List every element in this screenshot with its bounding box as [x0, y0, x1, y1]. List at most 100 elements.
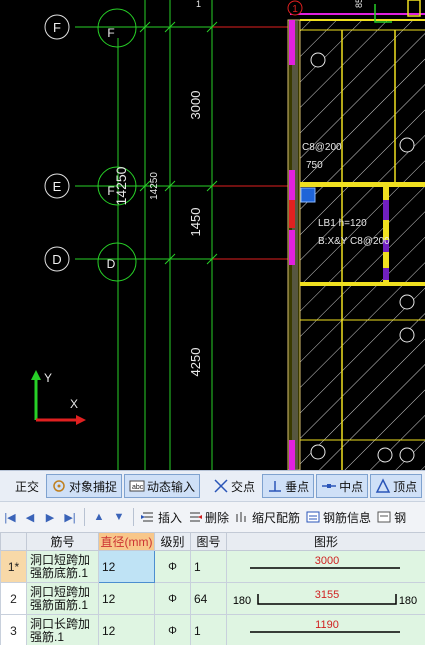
grade-cell[interactable]: Φ: [154, 614, 191, 645]
rebar-info-button[interactable]: 钢筋信息: [303, 506, 374, 528]
table-header-row: 筋号 直径(mm) 级别 图号 图形: [0, 532, 425, 551]
shape-cell[interactable]: 3000: [226, 550, 425, 583]
dynamic-input-icon: abc: [129, 478, 145, 494]
top-marker-label: 1: [292, 4, 298, 15]
insert-button[interactable]: 插入: [138, 506, 185, 528]
delete-label: 删除: [205, 510, 230, 525]
scale-rebar-label: 缩尺配筋: [252, 510, 301, 525]
dynamic-input-label: 动态输入: [147, 479, 196, 494]
intersection-icon: [213, 478, 229, 494]
rebar-more-icon: [377, 510, 391, 524]
intersection-button[interactable]: 交点: [208, 474, 260, 498]
axis-inner-label-f: F: [107, 26, 114, 40]
shape-length: 3000: [315, 555, 339, 567]
axis-label-e: E: [53, 179, 62, 194]
header-shape[interactable]: 图形: [226, 532, 425, 551]
shape-cell[interactable]: 180 3155 180: [226, 582, 425, 615]
dim-ticks: [139, 21, 218, 265]
dim-text-3000: 3000: [188, 91, 203, 120]
insert-icon: [141, 510, 155, 524]
header-figure-no[interactable]: 图号: [190, 532, 227, 551]
dim-text-4250: 4250: [188, 348, 203, 377]
wall-column: [289, 440, 295, 470]
shape-right-leg: 180: [399, 595, 417, 607]
toolbar-separator: [133, 508, 134, 526]
vertex-label: 顶点: [393, 479, 418, 494]
intersection-label: 交点: [231, 479, 256, 494]
beam-e: [300, 182, 425, 187]
beam-text-lb1: LB1 h=120: [318, 218, 367, 229]
figure-no-cell[interactable]: 1: [190, 550, 227, 583]
ortho-button[interactable]: 正交: [0, 474, 44, 498]
vertex-button[interactable]: 顶点: [370, 474, 423, 498]
beam-d: [300, 282, 425, 286]
rebar-marker: [399, 137, 415, 153]
cad-drawing-canvas[interactable]: F E D F F D 3000 1450 4250 14250 14250 1…: [0, 0, 425, 470]
midpoint-button[interactable]: 中点: [316, 474, 369, 498]
perpendicular-label: 垂点: [285, 479, 310, 494]
rebar-marker: [399, 294, 415, 310]
grade-cell[interactable]: Φ: [154, 550, 191, 583]
diameter-cell[interactable]: 12: [98, 614, 155, 645]
header-diameter[interactable]: 直径(mm): [98, 532, 155, 551]
figure-no-cell[interactable]: 64: [190, 582, 227, 615]
figure-no-cell[interactable]: 1: [190, 614, 227, 645]
bar-name-cell[interactable]: 洞口长跨加强筋.1: [26, 614, 99, 645]
row-number[interactable]: 2: [0, 582, 27, 615]
table-row[interactable]: 3 洞口长跨加强筋.1 12 Φ 1 1190: [0, 614, 425, 645]
selection-grip[interactable]: [300, 187, 316, 203]
table-row[interactable]: 1* 洞口短跨加强筋底筋.1 12 Φ 1 3000: [0, 550, 425, 583]
rebar-shape-hooked: 180 3155 180: [230, 584, 422, 614]
rebar-marker: [399, 447, 415, 463]
row-number[interactable]: 1*: [0, 550, 27, 583]
dim-text-14250-small: 14250: [149, 172, 160, 200]
row-number[interactable]: 3: [0, 614, 27, 645]
move-up-icon[interactable]: ▲: [89, 506, 109, 528]
wall-column: [289, 230, 295, 265]
prev-record-icon[interactable]: ◀: [20, 506, 40, 528]
object-snap-button[interactable]: 对象捕捉: [46, 474, 123, 498]
delete-icon: [188, 510, 203, 524]
shape-left-leg: 180: [233, 595, 251, 607]
rebar-more-button[interactable]: 钢: [374, 506, 409, 528]
cad-svg[interactable]: F E D F F D 3000 1450 4250 14250 14250 1…: [0, 0, 425, 470]
rebar-more-label: 钢: [394, 510, 407, 525]
wall-column: [289, 20, 295, 65]
perpendicular-icon: [267, 478, 283, 494]
rebar-marker: [310, 444, 326, 460]
header-bar-name[interactable]: 筋号: [26, 532, 99, 551]
toolbar-separator: [84, 508, 85, 526]
insert-label: 插入: [158, 510, 183, 525]
move-down-icon[interactable]: ▼: [109, 506, 129, 528]
header-grade[interactable]: 级别: [154, 532, 191, 551]
last-record-icon[interactable]: ▶|: [60, 506, 80, 528]
ucs-x-label: X: [70, 397, 78, 411]
diameter-cell[interactable]: 12: [98, 582, 155, 615]
next-record-icon[interactable]: ▶: [40, 506, 60, 528]
table-row[interactable]: 2 洞口短跨加强筋面筋.1 12 Φ 64 180 3155 180: [0, 582, 425, 615]
ucs-x-arrow: [76, 415, 86, 425]
bar-name-cell[interactable]: 洞口短跨加强筋面筋.1: [26, 582, 99, 615]
perpendicular-button[interactable]: 垂点: [262, 474, 315, 498]
beam-text-750: 750: [306, 160, 323, 171]
delete-button[interactable]: 删除: [185, 506, 232, 528]
rebar-table: 筋号 直径(mm) 级别 图号 图形 1* 洞口短跨加强筋底筋.1 12 Φ 1…: [0, 532, 425, 645]
ortho-label: 正交: [15, 479, 40, 494]
shape-length: 1190: [315, 619, 339, 631]
scale-rebar-icon: [235, 510, 249, 524]
header-corner: [0, 532, 27, 551]
object-snap-icon: [51, 478, 67, 494]
diameter-cell[interactable]: 12: [98, 550, 155, 583]
dynamic-input-button[interactable]: abc 动态输入: [124, 474, 201, 498]
scale-rebar-button[interactable]: 缩尺配筋: [232, 506, 303, 528]
ucs-y-arrow: [31, 370, 41, 380]
shape-cell[interactable]: 1190: [226, 614, 425, 645]
bar-name-cell[interactable]: 洞口短跨加强筋底筋.1: [26, 550, 99, 583]
axis-inner-label-d: D: [107, 257, 116, 271]
vertex-icon: [375, 478, 391, 494]
first-record-icon[interactable]: |◀: [0, 506, 20, 528]
grade-cell[interactable]: Φ: [154, 582, 191, 615]
beam-text-bxy: B:X&Y C8@200: [318, 236, 390, 247]
rebar-marker: [310, 52, 326, 68]
rebar-shape-straight: 3000: [230, 552, 422, 582]
